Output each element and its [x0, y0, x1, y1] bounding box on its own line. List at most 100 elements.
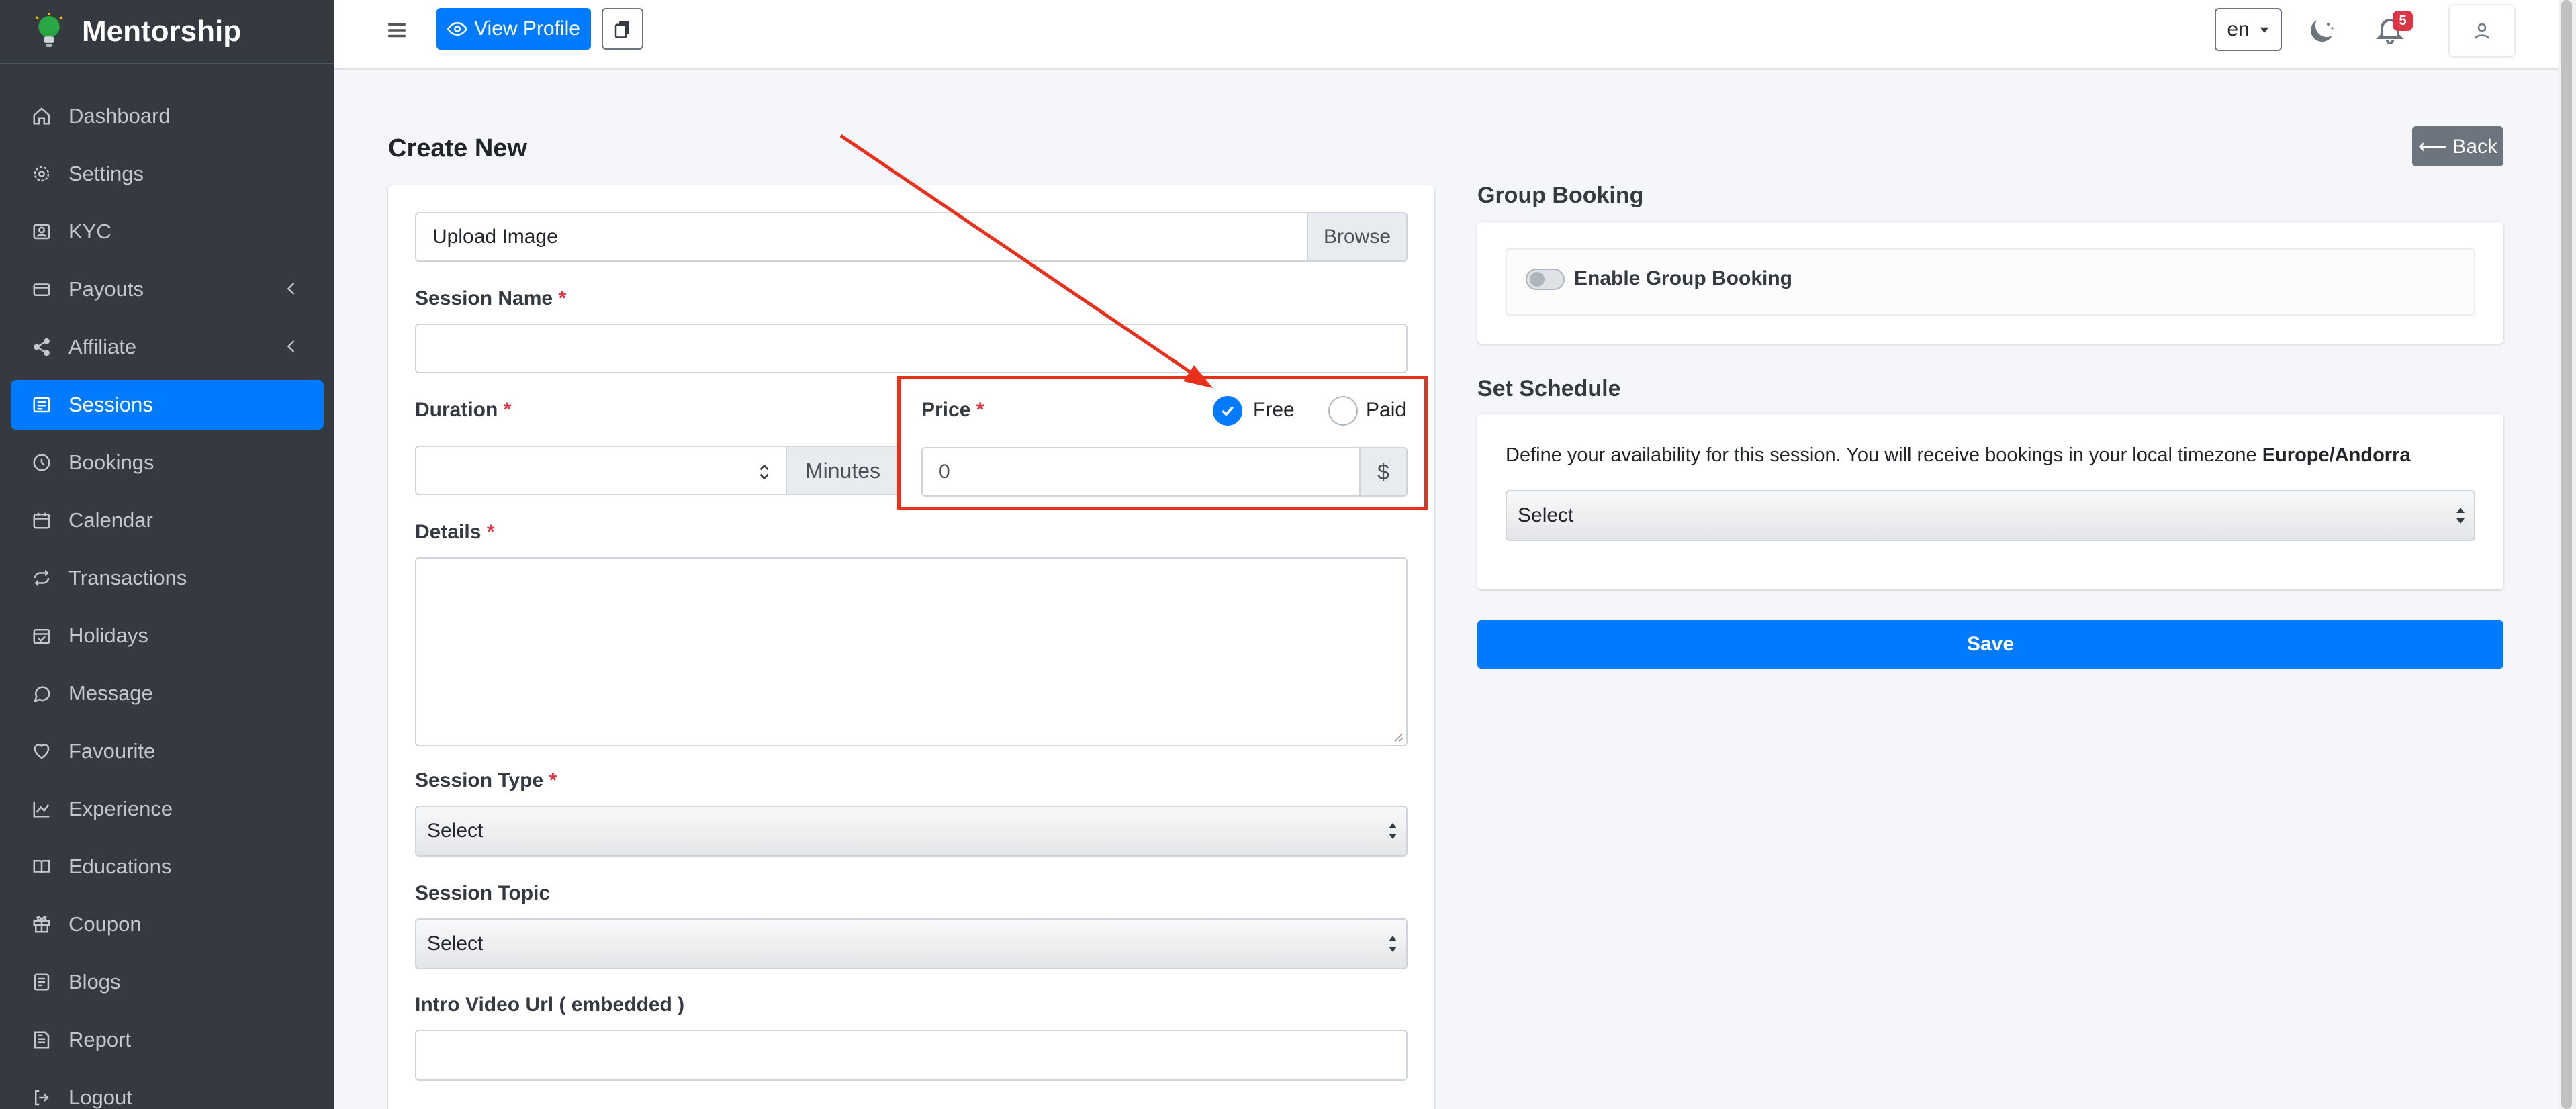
select-arrows-icon: [1389, 936, 1397, 952]
sidebar-item-coupon[interactable]: Coupon: [11, 900, 324, 949]
sidebar-item-label: KYC: [68, 220, 111, 243]
logout-icon: [31, 1087, 52, 1108]
sidebar: Mentorship Dashboard Settings KYC Payout…: [0, 0, 334, 1109]
group-booking-title: Group Booking: [1477, 183, 1644, 208]
intro-video-label: Intro Video Url ( embedded ): [415, 994, 685, 1016]
upload-image-placeholder: Upload Image: [432, 226, 558, 248]
page-title: Create New: [388, 134, 527, 162]
id-badge-icon: [31, 221, 52, 242]
view-profile-label: View Profile: [474, 17, 580, 40]
sidebar-item-label: Message: [68, 681, 153, 705]
select-arrows-icon: [1389, 823, 1397, 839]
sidebar-item-label: Educations: [68, 855, 172, 878]
sidebar-item-educations[interactable]: Educations: [11, 842, 324, 891]
annotation-highlight-box: [897, 376, 1428, 510]
sidebar-item-label: Bookings: [68, 450, 154, 474]
number-stepper-icon[interactable]: [757, 462, 771, 482]
duration-label: Duration *: [415, 399, 512, 421]
lightbulb-logo-icon: [35, 13, 63, 47]
gear-icon: [31, 163, 52, 185]
set-schedule-title: Set Schedule: [1477, 376, 1621, 401]
brand[interactable]: Mentorship: [0, 0, 334, 64]
sidebar-item-label: Settings: [68, 162, 144, 185]
copy-icon: [614, 21, 629, 38]
sidebar-item-label: Dashboard: [68, 104, 171, 128]
view-profile-button[interactable]: View Profile: [436, 8, 591, 50]
list-icon: [31, 394, 52, 416]
sidebar-item-label: Blogs: [68, 970, 121, 994]
sidebar-item-logout[interactable]: Logout: [11, 1073, 324, 1109]
back-button[interactable]: ⟵ Back: [2412, 126, 2503, 166]
details-label: Details *: [415, 521, 495, 543]
brand-name: Mentorship: [82, 15, 242, 48]
session-name-input[interactable]: [415, 324, 1408, 373]
report-icon: [31, 1029, 52, 1051]
sidebar-item-calendar[interactable]: Calendar: [11, 495, 324, 545]
book-icon: [31, 856, 52, 877]
wallet-icon: [31, 279, 52, 300]
chevron-left-icon: [287, 283, 295, 295]
page-scrollbar[interactable]: [2561, 0, 2572, 1109]
enable-group-booking-toggle[interactable]: [1526, 269, 1565, 290]
select-arrows-icon: [2456, 508, 2465, 524]
clock-icon: [31, 452, 52, 473]
schedule-select[interactable]: Select: [1506, 490, 2475, 541]
user-menu-button[interactable]: [2448, 4, 2516, 58]
hamburger-menu-icon[interactable]: [385, 19, 408, 42]
dark-mode-moon-icon[interactable]: [2305, 15, 2338, 47]
sidebar-item-label: Payouts: [68, 277, 144, 301]
language-value: en: [2227, 18, 2250, 40]
upload-image-field[interactable]: Upload Image: [415, 212, 1308, 262]
session-type-label: Session Type *: [415, 769, 557, 791]
blog-icon: [31, 971, 52, 993]
heart-icon: [31, 740, 52, 762]
sidebar-item-kyc[interactable]: KYC: [11, 207, 324, 256]
sidebar-item-label: Experience: [68, 797, 173, 820]
session-type-select[interactable]: Select: [415, 806, 1408, 857]
session-topic-label: Session Topic: [415, 882, 551, 904]
save-button[interactable]: Save: [1477, 620, 2503, 669]
duration-unit-addon: Minutes: [786, 446, 900, 495]
sidebar-item-transactions[interactable]: Transactions: [11, 553, 324, 603]
sidebar-item-label: Report: [68, 1028, 132, 1051]
sidebar-item-holidays[interactable]: Holidays: [11, 611, 324, 661]
eye-icon: [447, 21, 468, 36]
sidebar-item-report[interactable]: Report: [11, 1015, 324, 1065]
sidebar-item-label: Sessions: [68, 393, 153, 416]
sidebar-item-label: Calendar: [68, 508, 153, 532]
sidebar-item-favourite[interactable]: Favourite: [11, 726, 324, 776]
resize-handle-icon[interactable]: [1393, 732, 1404, 742]
sidebar-item-experience[interactable]: Experience: [11, 784, 324, 834]
session-topic-select[interactable]: Select: [415, 918, 1408, 969]
intro-video-input[interactable]: [415, 1030, 1408, 1081]
schedule-description: Define your availability for this sessio…: [1506, 444, 2411, 466]
duration-input[interactable]: [415, 446, 787, 495]
language-select[interactable]: en: [2215, 8, 2282, 51]
copy-link-button[interactable]: [602, 8, 643, 50]
sidebar-item-label: Holidays: [68, 624, 148, 647]
user-icon: [2474, 23, 2490, 39]
sidebar-item-dashboard[interactable]: Dashboard: [11, 91, 324, 141]
sidebar-item-blogs[interactable]: Blogs: [11, 957, 324, 1007]
sidebar-item-label: Favourite: [68, 739, 156, 763]
session-name-label: Session Name *: [415, 287, 567, 309]
sidebar-nav: Dashboard Settings KYC Payouts Affiliate…: [0, 64, 334, 1109]
sidebar-item-affiliate[interactable]: Affiliate: [11, 322, 324, 372]
repeat-icon: [31, 567, 52, 589]
sidebar-item-label: Transactions: [68, 566, 187, 589]
sidebar-item-label: Logout: [68, 1086, 132, 1109]
sidebar-item-message[interactable]: Message: [11, 669, 324, 718]
share-icon: [31, 336, 52, 358]
sidebar-item-bookings[interactable]: Bookings: [11, 438, 324, 487]
chart-line-icon: [31, 798, 52, 820]
sidebar-item-settings[interactable]: Settings: [11, 149, 324, 199]
details-textarea[interactable]: [415, 557, 1408, 746]
enable-group-booking-label: Enable Group Booking: [1574, 267, 1793, 289]
sidebar-item-sessions[interactable]: Sessions: [11, 380, 324, 430]
notifications-button[interactable]: 5: [2374, 11, 2414, 54]
home-icon: [31, 105, 52, 127]
timezone-value: Europe/Andorra: [2262, 444, 2411, 466]
gift-icon: [31, 914, 52, 935]
sidebar-item-payouts[interactable]: Payouts: [11, 264, 324, 314]
browse-button[interactable]: Browse: [1307, 212, 1408, 262]
